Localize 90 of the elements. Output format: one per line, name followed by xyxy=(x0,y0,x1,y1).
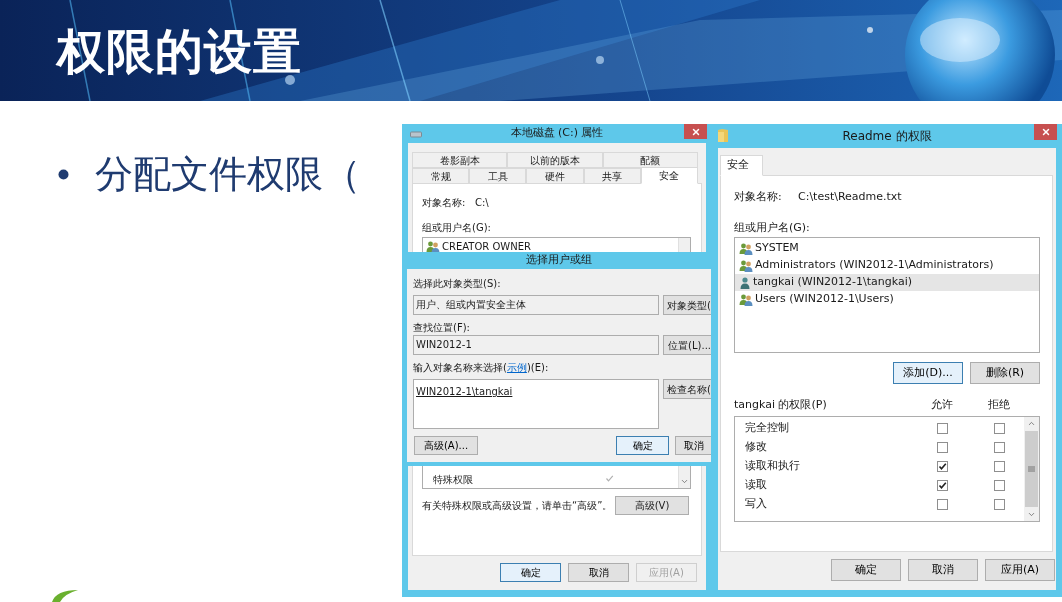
bullet-text: 分配文件权限（ xyxy=(95,155,361,193)
text-field[interactable]: WIN2012-1 xyxy=(413,335,659,355)
user-list-item[interactable]: Users (WIN2012-1\Users) xyxy=(735,291,1039,308)
close-icon xyxy=(690,126,701,137)
tab[interactable]: 安全 xyxy=(720,155,763,176)
dialog-button[interactable]: 高级(A)... xyxy=(414,436,478,455)
permission-name: 特殊权限 xyxy=(432,473,474,487)
tab[interactable]: 卷影副本 xyxy=(412,152,508,168)
checkbox[interactable] xyxy=(936,461,948,472)
field-label: 对象名称: xyxy=(422,195,467,210)
checkbox[interactable] xyxy=(993,480,1005,491)
close-button[interactable] xyxy=(1034,124,1057,140)
column-header: 拒绝 xyxy=(987,396,1011,413)
user-list-item[interactable]: SYSTEM xyxy=(735,240,1039,257)
folder-icon xyxy=(718,129,728,142)
user-name: Users (WIN2012-1\Users) xyxy=(755,291,894,308)
dialog-button[interactable]: 检查名称( xyxy=(663,379,711,399)
user-list-item[interactable]: tangkai (WIN2012-1\tangkai) xyxy=(735,274,1039,291)
arc-icon xyxy=(50,588,80,602)
scroll-down-icon xyxy=(1027,510,1036,519)
checkbox[interactable] xyxy=(993,442,1005,453)
column-header: 允许 xyxy=(930,396,954,413)
tab[interactable]: 常规 xyxy=(412,168,470,184)
user-icon xyxy=(739,276,751,289)
dialog-button[interactable]: 取消 xyxy=(908,559,978,581)
name-text: WIN2012-1\tangkai xyxy=(416,386,513,397)
help-text: 有关特殊权限或高级设置，请单击“高级”。 xyxy=(422,499,613,513)
field-label: 组或用户名(G): xyxy=(734,222,811,234)
tab[interactable]: 硬件 xyxy=(526,168,584,184)
dialog-button[interactable]: 确定 xyxy=(831,559,901,581)
permission-name: 读取 xyxy=(744,477,768,494)
permission-name: 读取和执行 xyxy=(744,458,801,475)
dialog-button[interactable]: 对象类型( xyxy=(663,295,711,315)
slide-title: 权限的设置 xyxy=(57,26,302,75)
window-title: 本地磁盘 (C:) 属性 xyxy=(510,125,604,142)
checkbox[interactable] xyxy=(936,480,948,491)
tab[interactable]: 安全 xyxy=(640,167,698,184)
users-icon xyxy=(739,293,753,306)
user-name: CREATOR OWNER xyxy=(442,240,531,254)
scrollbar[interactable] xyxy=(1024,417,1039,521)
dialog-button[interactable]: 删除(R) xyxy=(970,362,1040,384)
window-title: 选择用户或组 xyxy=(526,252,592,269)
checkbox[interactable] xyxy=(993,423,1005,434)
user-name: Administrators (WIN2012-1\Administrators) xyxy=(755,257,994,274)
checkbox[interactable] xyxy=(936,423,948,434)
field-label: 查找位置(F): xyxy=(413,322,471,334)
permission-name: 完全控制 xyxy=(744,420,790,437)
dialog-button[interactable]: 确定 xyxy=(500,563,561,582)
tab[interactable]: 工具 xyxy=(469,168,527,184)
advanced-button[interactable]: 高级(V) xyxy=(615,496,689,515)
field-value: C:\test\Readme.txt xyxy=(798,188,902,205)
grip-icon xyxy=(1028,466,1035,472)
field-label: 对象名称: xyxy=(734,188,783,205)
checkbox[interactable] xyxy=(993,461,1005,472)
permission-name: 写入 xyxy=(744,496,768,513)
drive-icon xyxy=(410,130,422,138)
scroll-down-icon xyxy=(680,477,689,486)
bullet-icon xyxy=(58,168,69,180)
scroll-up-icon xyxy=(1027,419,1036,428)
dialog-button[interactable]: 应用(A) xyxy=(985,559,1055,581)
field-value: C:\ xyxy=(475,195,489,210)
user-name: tangkai (WIN2012-1\tangkai) xyxy=(753,274,913,291)
permissions-label: tangkai 的权限(P) xyxy=(734,396,828,413)
field-label: 组或用户名(G): xyxy=(422,222,492,234)
dialog-button[interactable]: 位置(L)... xyxy=(663,335,711,355)
names-field[interactable]: WIN2012-1\tangkai xyxy=(413,379,659,429)
close-button[interactable] xyxy=(684,124,707,139)
dialog-button[interactable]: 取消 xyxy=(568,563,629,582)
text-field[interactable]: 用户、组或内置安全主体 xyxy=(413,295,659,315)
users-icon xyxy=(426,240,440,253)
users-icon xyxy=(739,242,753,255)
checkbox[interactable] xyxy=(936,499,948,510)
checkbox[interactable] xyxy=(993,499,1005,510)
tab[interactable]: 共享 xyxy=(583,168,641,184)
dialog-button[interactable]: 取消 xyxy=(675,436,711,455)
field-label: 选择此对象类型(S): xyxy=(413,278,502,290)
window-title: Readme 的权限 xyxy=(842,128,932,145)
user-list-item[interactable]: Administrators (WIN2012-1\Administrators) xyxy=(735,257,1039,274)
dialog-button[interactable]: 确定 xyxy=(616,436,669,455)
permission-name: 修改 xyxy=(744,439,768,456)
user-name: SYSTEM xyxy=(755,240,799,257)
field-label: 输入对象名称来选择(示例)(E): xyxy=(413,362,550,374)
tab[interactable]: 配额 xyxy=(602,152,698,168)
close-icon xyxy=(1040,127,1051,137)
tab[interactable]: 以前的版本 xyxy=(507,152,603,168)
checkbox[interactable] xyxy=(936,442,948,453)
user-list-item[interactable]: CREATOR OWNER xyxy=(423,239,678,254)
dialog-button[interactable]: 添加(D)... xyxy=(893,362,963,384)
scroll-thumb[interactable] xyxy=(1025,431,1038,507)
users-icon xyxy=(739,259,753,272)
